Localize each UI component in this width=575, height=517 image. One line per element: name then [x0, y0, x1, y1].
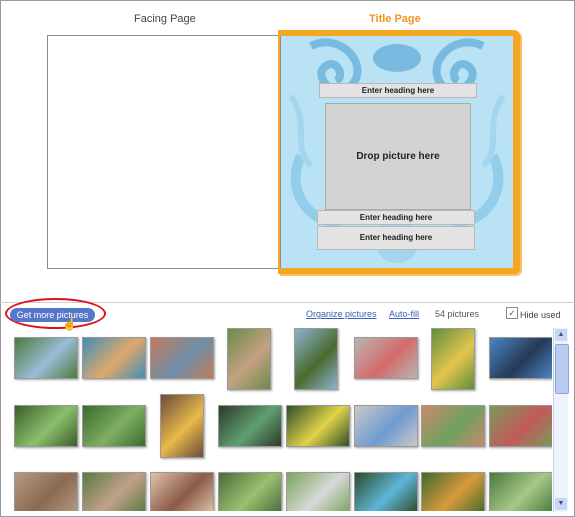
- drop-picture-area[interactable]: Drop picture here: [325, 103, 471, 210]
- picture-thumbnail[interactable]: [14, 337, 78, 379]
- picture-thumbnail[interactable]: [354, 472, 418, 511]
- facing-page-label[interactable]: Facing Page: [134, 13, 196, 25]
- picture-thumbnail[interactable]: [294, 328, 338, 390]
- picture-thumbnail[interactable]: [227, 328, 271, 390]
- picture-thumbnail[interactable]: [354, 405, 418, 447]
- heading-placeholder-mid[interactable]: Enter heading here: [317, 210, 475, 225]
- organize-pictures-link[interactable]: Organize pictures: [306, 309, 377, 319]
- picture-thumbnail[interactable]: [160, 394, 204, 458]
- picture-thumbnail[interactable]: [150, 337, 214, 379]
- picture-thumbnail[interactable]: [82, 337, 146, 379]
- picture-thumbnail[interactable]: [489, 337, 552, 379]
- picture-thumbnail[interactable]: [286, 405, 350, 447]
- picture-thumbnail[interactable]: [421, 405, 485, 447]
- hide-used-label: Hide used: [520, 310, 561, 320]
- scroll-thumb[interactable]: [555, 344, 569, 394]
- picture-thumbnail[interactable]: [82, 472, 146, 511]
- picture-count: 54 pictures: [435, 309, 480, 319]
- picture-thumbnail[interactable]: [354, 337, 418, 379]
- picture-thumbnail[interactable]: [218, 405, 282, 447]
- picture-thumbnail[interactable]: [431, 328, 475, 390]
- picture-thumbnail[interactable]: [82, 405, 146, 447]
- picture-tray: [4, 328, 552, 511]
- title-page[interactable]: Enter heading here Drop picture here Ent…: [280, 36, 513, 268]
- picture-thumbnail[interactable]: [14, 472, 78, 511]
- picture-thumbnail[interactable]: [489, 472, 552, 511]
- picture-thumbnail[interactable]: [150, 472, 214, 511]
- picture-tray-scrollbar[interactable]: ▲ ▼: [553, 328, 569, 512]
- picture-thumbnail[interactable]: [14, 405, 78, 447]
- heading-placeholder-top[interactable]: Enter heading here: [319, 83, 477, 98]
- picture-thumbnail[interactable]: [218, 472, 282, 511]
- hide-used-checkbox[interactable]: ✓: [506, 307, 518, 319]
- scroll-down-button[interactable]: ▼: [555, 498, 567, 510]
- get-more-pictures-button[interactable]: Get more pictures: [10, 308, 95, 322]
- facing-page[interactable]: [48, 36, 280, 268]
- picture-thumbnail[interactable]: [286, 472, 350, 511]
- scroll-up-button[interactable]: ▲: [555, 329, 567, 341]
- heading-placeholder-bottom[interactable]: Enter heading here: [317, 226, 475, 250]
- auto-fill-link[interactable]: Auto-fill: [389, 309, 419, 319]
- title-page-label[interactable]: Title Page: [369, 13, 421, 25]
- picture-thumbnail[interactable]: [489, 405, 552, 447]
- picture-thumbnail[interactable]: [421, 472, 485, 511]
